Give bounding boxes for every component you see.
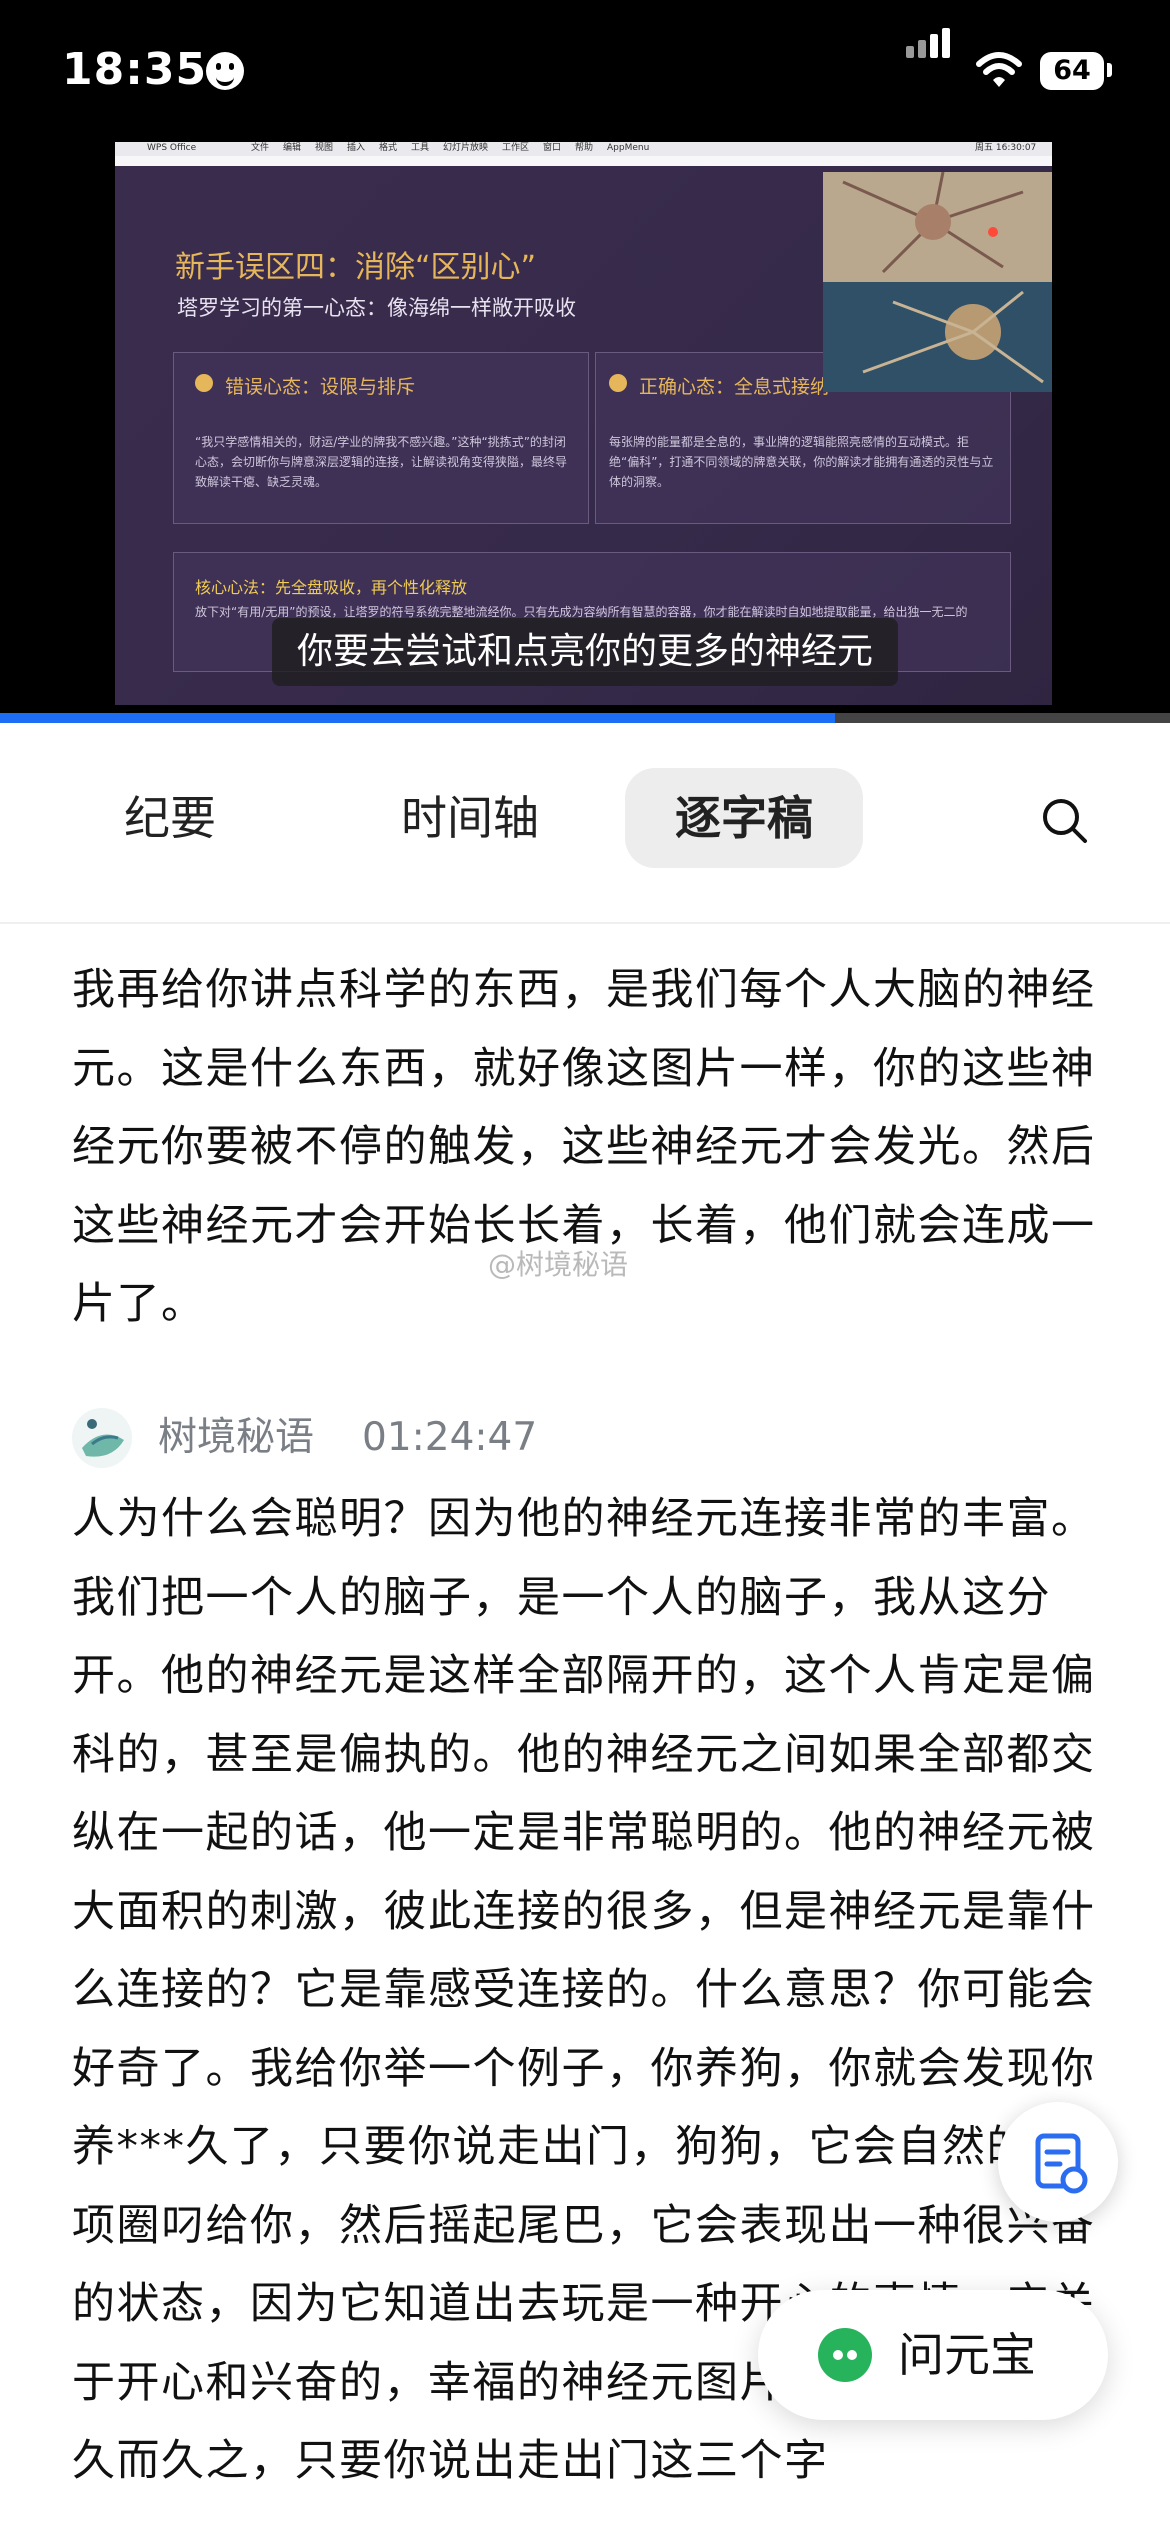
- weibo-watermark: @树境秘语: [488, 1248, 629, 1281]
- battery-tip: [1107, 63, 1112, 77]
- menu-clock: 周五 16:30:07: [975, 143, 1037, 153]
- menu-item[interactable]: 幻灯片放映: [443, 143, 488, 154]
- speaker-name: 树境秘语: [158, 1415, 315, 1460]
- menu-item[interactable]: 工作区: [502, 143, 529, 154]
- slide-title: 新手误区四：消除“区别心”: [175, 250, 537, 285]
- menu-item[interactable]: 窗口: [543, 143, 561, 154]
- neuron-illustration: [823, 172, 1052, 392]
- menu-item[interactable]: 文件: [251, 143, 269, 154]
- menu-item[interactable]: 视图: [315, 143, 333, 154]
- battery-indicator: 64: [1040, 52, 1104, 90]
- subtitle-caption: 你要去尝试和点亮你的更多的神经元: [272, 618, 898, 686]
- tab-transcript[interactable]: 逐字稿: [625, 768, 863, 868]
- scroll-fade: [0, 924, 1170, 964]
- note-sync-icon: [1035, 2133, 1088, 2194]
- menu-item[interactable]: 插入: [347, 143, 365, 154]
- locate-note-button[interactable]: [998, 2102, 1118, 2222]
- avatar-icon: [82, 1419, 124, 1457]
- video-progress-fill[interactable]: [0, 713, 836, 723]
- slide-subtitle: 塔罗学习的第一心态：像海绵一样敞开吸收: [177, 296, 576, 320]
- core-method-title: 核心心法：先全盘吸收，再个性化释放: [195, 578, 468, 597]
- wifi-icon: [976, 52, 1022, 87]
- transcript-paragraph: 我再给你讲点科学的东西，是我们每个人大脑的神经元。这是什么东西，就好像这图片一样…: [72, 965, 1096, 1329]
- search-icon[interactable]: [1040, 796, 1088, 844]
- yuanbao-icon: [818, 2328, 872, 2382]
- status-time: 18:35: [62, 44, 208, 95]
- tab-summary[interactable]: 纪要: [90, 768, 250, 868]
- video-frame[interactable]: WPS Office 文件 编辑 视图 插入 格式 工具 幻灯片放映 工作区 窗口 帮助 AppMen…: [115, 142, 1052, 705]
- menu-item[interactable]: WPS Office: [147, 143, 196, 154]
- right-mindset-body: 每张牌的能量都是全息的，事业牌的逻辑能照亮感情的互动模式。拒绝“偏科”，打通不同…: [609, 435, 994, 489]
- wrong-mindset-body: “我只学感情相关的，财运/学业的牌我不感兴趣。”这种“挑拣式”的封闭心态，会切断…: [195, 435, 568, 489]
- speaker-timestamp[interactable]: 01:24:47: [362, 1408, 537, 1468]
- menu-item[interactable]: 工具: [411, 143, 429, 154]
- bulb-icon: [195, 374, 213, 392]
- right-mindset-title: 正确心态：全息式接纳: [639, 376, 830, 398]
- mac-menu-bar: WPS Office 文件 编辑 视图 插入 格式 工具 幻灯片放映 工作区 窗口 帮助 AppMen…: [115, 142, 1052, 156]
- bulb-icon-2: [609, 374, 627, 392]
- menu-item[interactable]: 编辑: [283, 143, 301, 154]
- wrong-mindset-title: 错误心态：设限与排斥: [225, 376, 416, 398]
- tab-timeline[interactable]: 时间轴: [370, 768, 570, 868]
- menu-item[interactable]: 帮助: [575, 143, 593, 154]
- menu-item[interactable]: AppMenu: [607, 143, 649, 154]
- yuanbao-label: 问元宝: [898, 2328, 1036, 2382]
- ask-yuanbao-button[interactable]: 问元宝: [758, 2290, 1108, 2420]
- wps-tab-bar: [115, 156, 1052, 166]
- menu-item[interactable]: 格式: [379, 143, 397, 154]
- avatar: [72, 1408, 132, 1468]
- face-status-icon: [206, 52, 244, 90]
